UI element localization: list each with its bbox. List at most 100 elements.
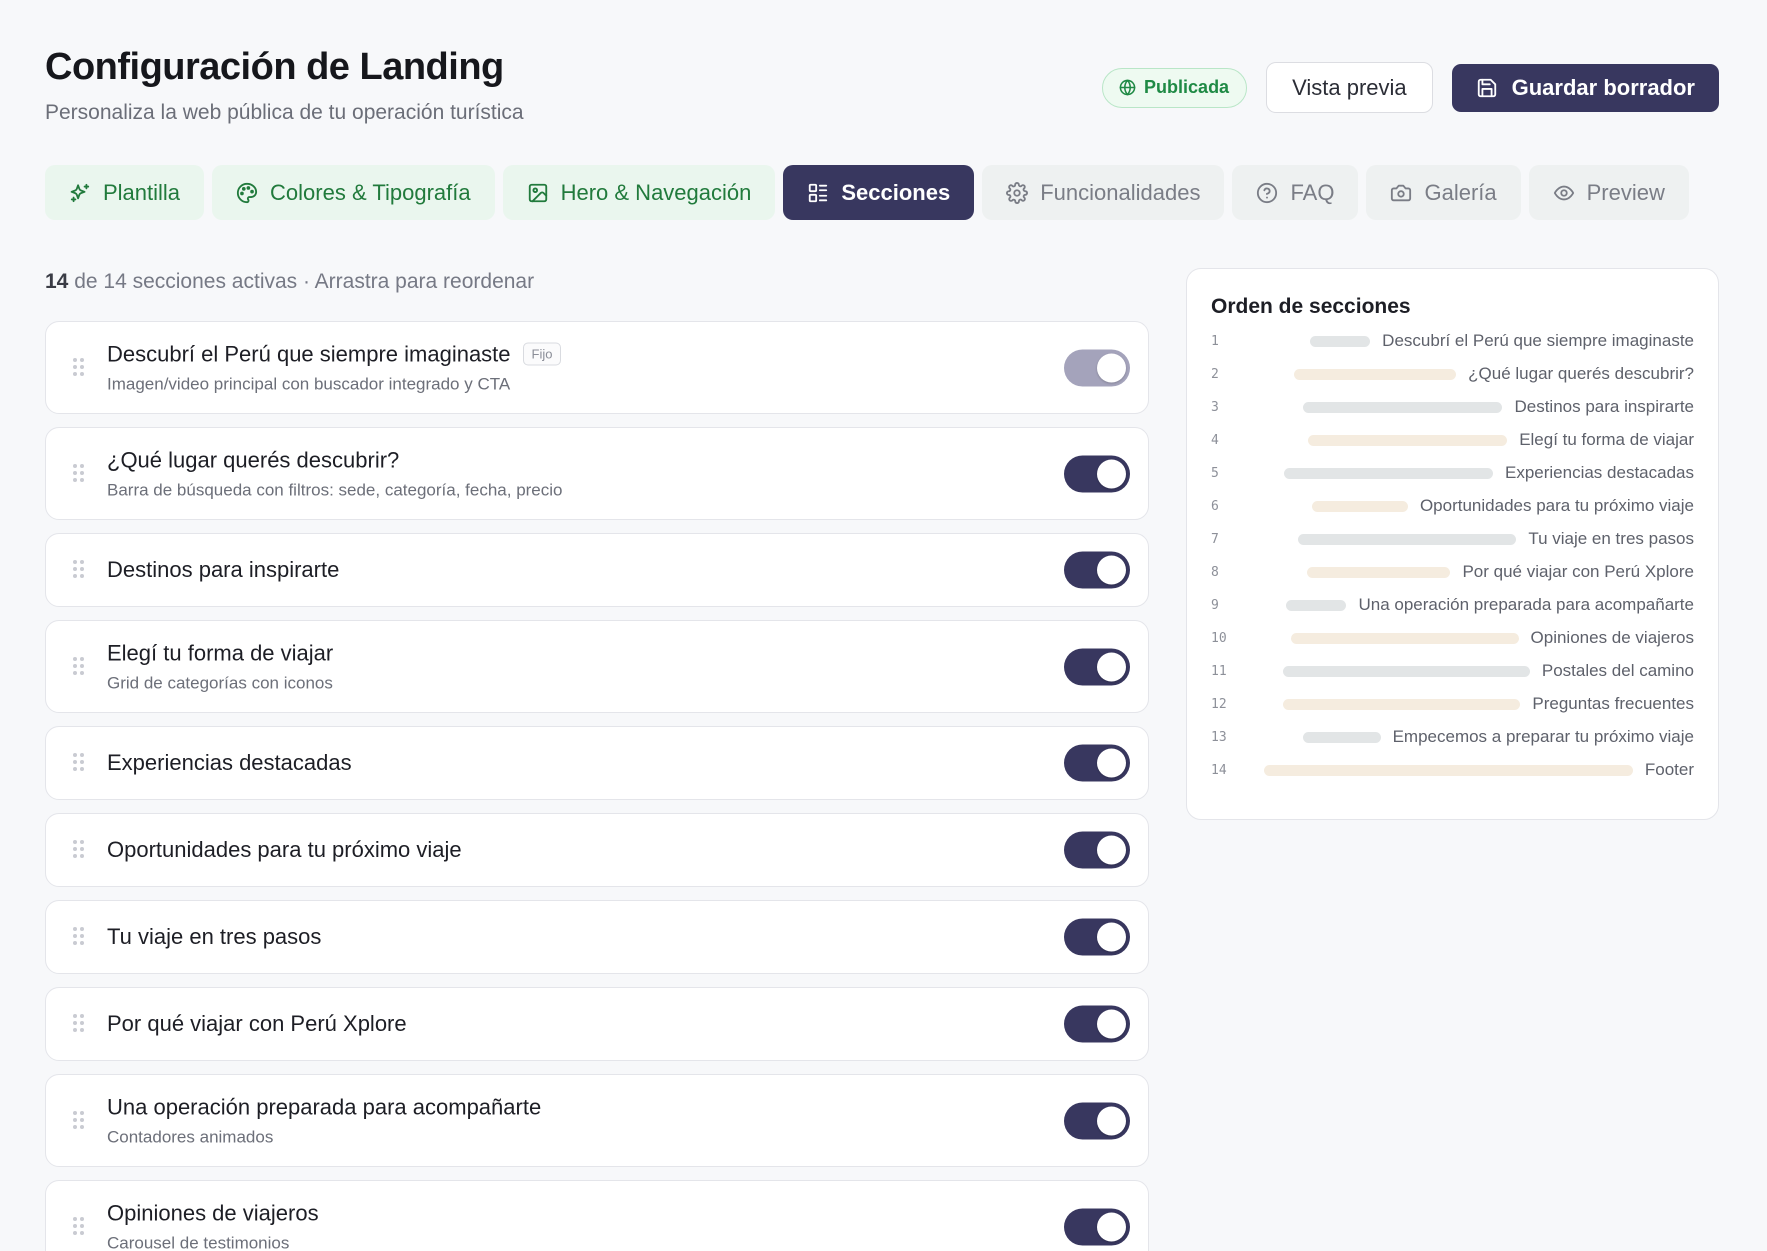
drag-handle-icon[interactable]	[73, 927, 85, 947]
section-card[interactable]: ¿Qué lugar querés descubrir? Barra de bús…	[45, 427, 1149, 520]
section-text: Oportunidades para tu próximo viaje	[107, 837, 462, 863]
order-label: Elegí tu forma de viajar	[1519, 430, 1694, 449]
order-row[interactable]: 13 Empecemos a preparar tu próximo viaje	[1211, 725, 1694, 749]
order-bar-track	[1303, 731, 1381, 743]
status-badge: Publicada	[1102, 67, 1248, 108]
drag-handle-icon[interactable]	[73, 656, 85, 677]
section-toggle[interactable]	[1064, 349, 1130, 386]
order-row[interactable]: 14 Footer	[1211, 758, 1694, 782]
section-toggle[interactable]	[1064, 744, 1130, 782]
tab-label: FAQ	[1290, 179, 1335, 205]
order-row[interactable]: 8 Por qué viajar con Perú Xplore	[1211, 560, 1694, 584]
order-bar-track	[1283, 698, 1521, 710]
tab-galería[interactable]: Galería	[1366, 165, 1521, 220]
order-bar-track	[1298, 533, 1517, 545]
order-bar: Una operación preparada para acompañarte	[1247, 595, 1694, 615]
section-title-row: Tu viaje en tres pasos	[107, 924, 321, 950]
order-label: Oportunidades para tu próximo viaje	[1419, 496, 1694, 515]
section-order-panel: Orden de secciones 1 Descubrí el Perú que…	[1186, 268, 1719, 820]
order-number: 8	[1211, 564, 1219, 580]
section-description: Barra de búsqueda con filtros: sede, cat…	[107, 480, 563, 499]
section-card[interactable]: Elegí tu forma de viajar Grid de categorí…	[45, 620, 1149, 713]
order-number: 3	[1211, 399, 1219, 415]
order-bar: ¿Qué lugar querés descubrir?	[1247, 364, 1694, 384]
tab-funcionalidades[interactable]: Funcionalidades	[982, 165, 1225, 220]
section-toggle[interactable]	[1064, 918, 1130, 956]
order-row[interactable]: 1 Descubrí el Perú que siempre imaginaste	[1211, 329, 1694, 353]
section-toggle[interactable]	[1064, 831, 1130, 869]
drag-handle-icon[interactable]	[73, 357, 85, 378]
section-card[interactable]: Oportunidades para tu próximo viaje	[45, 813, 1149, 887]
section-card[interactable]: Opiniones de viajeros Carousel de testimo…	[45, 1180, 1149, 1251]
section-text: Elegí tu forma de viajar Grid de categorí…	[107, 640, 333, 693]
section-card[interactable]: Tu viaje en tres pasos	[45, 900, 1149, 974]
order-bar: Footer	[1247, 760, 1694, 780]
save-draft-label: Guardar borrador	[1511, 74, 1695, 100]
section-text: Opiniones de viajeros Carousel de testimo…	[107, 1200, 319, 1251]
sparkles-icon	[70, 183, 90, 202]
order-row[interactable]: 5 Experiencias destacadas	[1211, 461, 1694, 485]
section-title: Tu viaje en tres pasos	[107, 924, 322, 949]
order-bar: Postales del camino	[1247, 661, 1694, 681]
page-subtitle: Personaliza la web pública de tu operaci…	[45, 101, 524, 124]
order-bar-track	[1284, 467, 1493, 479]
drag-handle-icon[interactable]	[73, 463, 85, 484]
tab-label: Galería	[1424, 179, 1497, 205]
section-card[interactable]: Destinos para inspirarte	[45, 533, 1149, 607]
tab-bar: Plantilla Colores & Tipografía Hero & Nave…	[45, 165, 1689, 220]
order-label: Tu viaje en tres pasos	[1528, 529, 1694, 548]
section-title-row: Una operación preparada para acompañarte	[107, 1094, 541, 1120]
tab-colores-tipografía[interactable]: Colores & Tipografía	[212, 165, 495, 220]
save-icon	[1477, 78, 1496, 97]
preview-button[interactable]: Vista previa	[1266, 62, 1433, 113]
order-bar: Oportunidades para tu próximo viaje	[1247, 496, 1694, 516]
order-row[interactable]: 2 ¿Qué lugar querés descubrir?	[1211, 362, 1694, 386]
section-toggle[interactable]	[1064, 455, 1130, 492]
drag-handle-icon[interactable]	[73, 1110, 85, 1131]
section-card[interactable]: Descubrí el Perú que siempre imaginaste F…	[45, 321, 1149, 414]
section-title-row: Descubrí el Perú que siempre imaginaste F…	[107, 341, 562, 367]
order-row[interactable]: 9 Una operación preparada para acompañart…	[1211, 593, 1694, 617]
order-label: Destinos para inspirarte	[1514, 397, 1694, 416]
order-bar-track	[1307, 434, 1508, 446]
drag-handle-icon[interactable]	[73, 753, 85, 773]
order-label: Opiniones de viajeros	[1530, 628, 1694, 647]
section-title: Por qué viajar con Perú Xplore	[107, 1011, 407, 1036]
order-row[interactable]: 6 Oportunidades para tu próximo viaje	[1211, 494, 1694, 518]
order-bar-track	[1307, 566, 1451, 578]
active-count: 14	[45, 270, 69, 293]
drag-handle-icon[interactable]	[73, 840, 85, 860]
section-toggle[interactable]	[1064, 1208, 1130, 1245]
section-card[interactable]: Experiencias destacadas	[45, 726, 1149, 800]
tab-secciones[interactable]: Secciones	[783, 165, 975, 220]
order-row[interactable]: 10 Opiniones de viajeros	[1211, 626, 1694, 650]
order-row[interactable]: 12 Preguntas frecuentes	[1211, 692, 1694, 716]
section-toggle[interactable]	[1064, 551, 1130, 589]
section-description: Grid de categorías con iconos	[107, 673, 333, 692]
order-label: Footer	[1644, 760, 1694, 779]
tab-preview[interactable]: Preview	[1528, 165, 1689, 220]
tab-plantilla[interactable]: Plantilla	[45, 165, 205, 220]
order-row[interactable]: 4 Elegí tu forma de viajar	[1211, 428, 1694, 452]
summary-text: de 14 secciones activas · Arrastra para …	[74, 270, 535, 293]
section-title-row: Oportunidades para tu próximo viaje	[107, 837, 462, 863]
drag-handle-icon[interactable]	[73, 1014, 85, 1034]
save-draft-button[interactable]: Guardar borrador	[1451, 63, 1719, 112]
section-card[interactable]: Una operación preparada para acompañarte…	[45, 1074, 1149, 1167]
tab-hero-navegación[interactable]: Hero & Navegación	[502, 165, 776, 220]
section-toggle[interactable]	[1064, 1005, 1130, 1043]
order-bar: Elegí tu forma de viajar	[1247, 430, 1694, 450]
order-row[interactable]: 11 Postales del camino	[1211, 659, 1694, 683]
section-toggle[interactable]	[1064, 1102, 1130, 1139]
section-description: Imagen/video principal con buscador inte…	[107, 374, 511, 393]
section-toggle[interactable]	[1064, 648, 1130, 685]
order-row[interactable]: 3 Destinos para inspirarte	[1211, 395, 1694, 419]
drag-handle-icon[interactable]	[73, 1216, 85, 1237]
order-bar-track	[1286, 599, 1347, 611]
order-number: 11	[1211, 663, 1227, 679]
order-row[interactable]: 7 Tu viaje en tres pasos	[1211, 527, 1694, 551]
drag-handle-icon[interactable]	[73, 560, 85, 580]
section-card[interactable]: Por qué viajar con Perú Xplore	[45, 987, 1149, 1061]
tab-label: Funcionalidades	[1040, 179, 1201, 205]
tab-faq[interactable]: FAQ	[1232, 165, 1359, 220]
